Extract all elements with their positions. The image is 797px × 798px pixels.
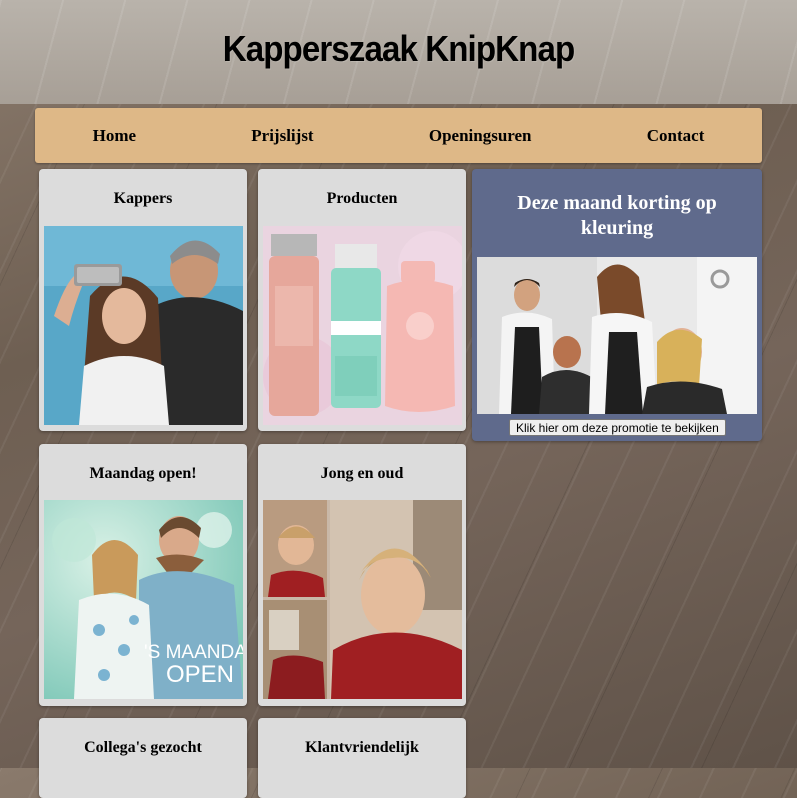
card-maandag-open[interactable]: Maandag open! 'S MAANDAGS OP xyxy=(39,444,247,706)
card-klantvriendelijk[interactable]: Klantvriendelijk xyxy=(258,718,466,798)
nav-contact[interactable]: Contact xyxy=(647,126,705,146)
boy-haircut-collage-photo xyxy=(263,500,462,699)
image-text-open: OPEN xyxy=(166,661,234,688)
card-title: Collega's gezocht xyxy=(84,739,202,756)
nav-prijslijst[interactable]: Prijslijst xyxy=(251,126,313,146)
card-jong-en-oud[interactable]: Jong en oud xyxy=(258,444,466,706)
nav-openingsuren[interactable]: Openingsuren xyxy=(429,126,532,146)
salon-coloring-photo xyxy=(477,257,757,414)
promo-button[interactable]: Klik hier om deze promotie te bekijken xyxy=(509,419,726,436)
site-title: Kapperszaak KnipKnap xyxy=(222,28,575,69)
card-title: Kappers xyxy=(113,190,173,207)
promo-card: Deze maand korting op kleuring Klik hier… xyxy=(472,169,762,441)
card-title: Klantvriendelijk xyxy=(305,739,419,756)
couple-monday-open-photo: 'S MAANDAGS OPEN xyxy=(44,500,243,699)
main-nav: Home Prijslijst Openingsuren Contact xyxy=(35,108,762,163)
card-title: Jong en oud xyxy=(320,465,404,482)
promo-title: Deze maand korting op kleuring xyxy=(517,192,717,239)
card-title: Maandag open! xyxy=(89,465,197,482)
card-kappers[interactable]: Kappers xyxy=(39,169,247,431)
hair-products-photo xyxy=(263,226,462,425)
card-title: Producten xyxy=(326,190,398,207)
card-collegas-gezocht[interactable]: Collega's gezocht xyxy=(39,718,247,798)
hairdresser-selfie-photo xyxy=(44,226,243,425)
image-text-maandags: 'S MAANDAGS xyxy=(144,642,243,663)
nav-home[interactable]: Home xyxy=(93,126,136,146)
card-producten[interactable]: Producten xyxy=(258,169,466,431)
